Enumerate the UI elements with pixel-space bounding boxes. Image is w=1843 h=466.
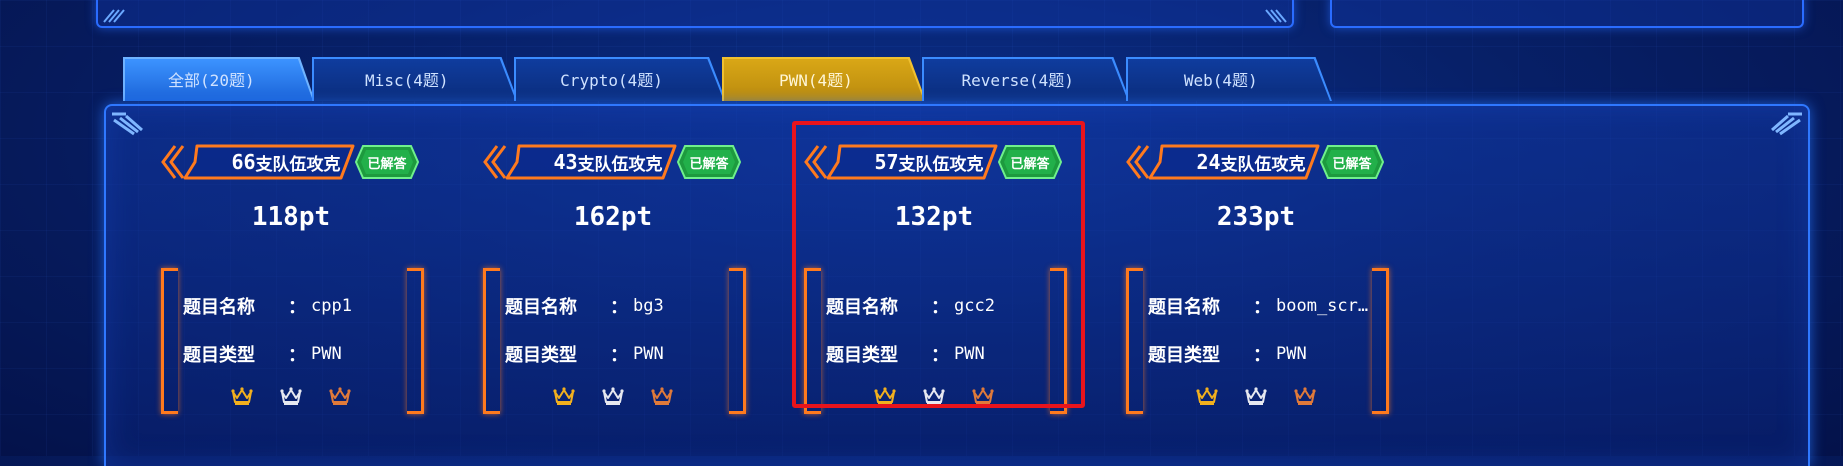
challenge-type: PWN [311, 344, 342, 364]
corner-stripes-icon [112, 112, 143, 136]
left-bracket [483, 268, 500, 414]
tab-all-label: 全部(20题) [168, 71, 255, 90]
challenge-type: PWN [1276, 344, 1307, 364]
solver-count: 43 支队伍攻克 [543, 142, 673, 182]
challenge-type: PWN [633, 344, 664, 364]
tab-web[interactable]: Web(4题) [1126, 57, 1332, 101]
solver-count-number: 24 [1196, 150, 1221, 174]
solved-badge-label: 已解答 [1010, 156, 1050, 172]
challenge-name-row: 题目名称 ： boom_scr… [1148, 294, 1368, 318]
solver-count-suffix: 支队伍攻克 [1220, 154, 1306, 175]
type-separator: ： [1253, 345, 1271, 366]
top-panel-right [1330, 0, 1804, 28]
name-separator: ： [1253, 297, 1271, 318]
gold-crown-icon [1196, 387, 1218, 405]
tab-crypto-label: Crypto(4题) [560, 71, 663, 90]
challenge-card[interactable]: 66 支队伍攻克 已解答 118pt 题目名称 ： cpp1 题目类型 ： PWN [161, 142, 424, 414]
solver-count: 24 支队伍攻克 [1186, 142, 1316, 182]
tab-reverse-label: Reverse(4题) [961, 71, 1074, 90]
corner-stripes-icon [1771, 112, 1802, 136]
solved-badge-label: 已解答 [1332, 156, 1372, 172]
challenge-type-row: 题目类型 ： PWN [1148, 342, 1307, 366]
type-label: 题目类型 [1148, 345, 1220, 366]
right-bracket [1372, 268, 1389, 414]
rank-crowns [231, 386, 351, 410]
solved-badge: 已解答 [677, 144, 741, 180]
challenge-type-row: 题目类型 ： PWN [505, 342, 664, 366]
solver-count: 66 支队伍攻克 [221, 142, 351, 182]
challenge-points: 233pt [1216, 202, 1296, 232]
rank-crowns [1196, 386, 1316, 410]
gold-crown-icon [231, 387, 253, 405]
solver-count-suffix: 支队伍攻克 [577, 154, 663, 175]
challenge-name-row: 题目名称 ： bg3 [505, 294, 664, 318]
name-label: 题目名称 [183, 297, 255, 318]
name-label: 题目名称 [505, 297, 577, 318]
challenge-name: bg3 [633, 296, 664, 316]
solved-badge-label: 已解答 [689, 156, 729, 172]
solver-count-banner: 43 支队伍攻克 已解答 [483, 142, 743, 182]
challenge-card[interactable]: 43 支队伍攻克 已解答 162pt 题目名称 ： bg3 题目类型 ： PWN [483, 142, 746, 414]
tab-web-label: Web(4题) [1183, 71, 1258, 90]
tab-misc-label: Misc(4题) [365, 71, 449, 90]
solved-badge: 已解答 [1320, 144, 1384, 180]
silver-crown-icon [280, 387, 302, 405]
type-label: 题目类型 [505, 345, 577, 366]
tab-reverse[interactable]: Reverse(4题) [922, 57, 1130, 101]
type-separator: ： [288, 345, 306, 366]
challenge-points: 162pt [573, 202, 653, 232]
solver-count-number: 43 [553, 150, 578, 174]
challenge-type-row: 题目类型 ： PWN [183, 342, 342, 366]
type-label: 题目类型 [183, 345, 255, 366]
gold-crown-icon [553, 387, 575, 405]
challenge-points: 118pt [251, 202, 331, 232]
solver-count-suffix: 支队伍攻克 [255, 154, 341, 175]
challenge-name: cpp1 [311, 296, 352, 316]
bronze-crown-icon [1294, 387, 1316, 405]
left-bracket [1126, 268, 1143, 414]
name-separator: ： [288, 297, 306, 318]
rank-crowns [553, 386, 673, 410]
challenge-card[interactable]: 24 支队伍攻克 已解答 233pt 题目名称 ： boom_scr… 题目类型 … [1126, 142, 1389, 414]
solver-count-banner: 66 支队伍攻克 已解答 [161, 142, 421, 182]
bronze-crown-icon [329, 387, 351, 405]
left-bracket [161, 268, 178, 414]
right-bracket [729, 268, 746, 414]
right-bracket [407, 268, 424, 414]
name-separator: ： [610, 297, 628, 318]
challenge-name-row: 题目名称 ： cpp1 [183, 294, 352, 318]
tab-pwn[interactable]: PWN(4题) [722, 57, 926, 101]
corner-stripes-icon [103, 9, 125, 23]
top-panel-left [96, 0, 1294, 28]
challenge-name: boom_scr… [1276, 296, 1369, 316]
solver-count-banner: 24 支队伍攻克 已解答 [1126, 142, 1386, 182]
solved-badge: 已解答 [355, 144, 419, 180]
tab-all[interactable]: 全部(20题) [123, 57, 315, 101]
solved-badge-label: 已解答 [367, 156, 407, 172]
tab-misc[interactable]: Misc(4题) [312, 57, 518, 101]
solver-count-number: 66 [231, 150, 256, 174]
silver-crown-icon [1245, 387, 1267, 405]
corner-stripes-icon [1265, 9, 1287, 23]
silver-crown-icon [602, 387, 624, 405]
type-separator: ： [610, 345, 628, 366]
tab-crypto[interactable]: Crypto(4题) [514, 57, 726, 101]
bronze-crown-icon [651, 387, 673, 405]
name-label: 题目名称 [1148, 297, 1220, 318]
tab-pwn-label: PWN(4题) [778, 71, 853, 90]
